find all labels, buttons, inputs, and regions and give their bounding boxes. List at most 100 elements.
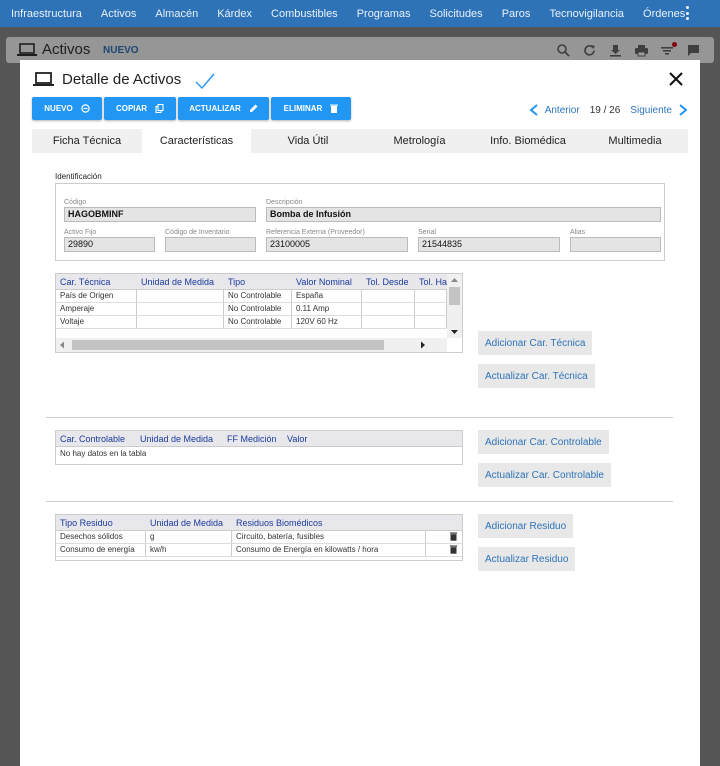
referencia-externa-input[interactable]: 23100005 [266,237,408,252]
laptop-icon [33,72,54,86]
nav-programas[interactable]: Programas [357,8,411,20]
scroll-up-icon[interactable] [447,274,462,286]
alias-field: Alias [570,229,661,252]
nav-almacen[interactable]: Almacén [155,8,198,20]
table-row[interactable]: Voltaje No Controlable 120V 60 Hz [56,316,447,329]
pager: Anterior 19 / 26 Siguiente [529,104,688,116]
table-row[interactable]: País de Origen No Controlable España [56,290,447,303]
th-unidad-medida[interactable]: Unidad de Medida [146,518,232,528]
empty-table-message: No hay datos en la tabla [60,449,147,458]
codigo-inventario-field: Código de Inventario [165,229,256,252]
table-row[interactable]: Consumo de energía kw/h Consumo de Energ… [56,544,462,557]
detalle-activos-modal: Detalle de Activos NUEVO COPIAR ACTUALIZ… [20,60,700,766]
scroll-down-icon[interactable] [447,326,462,338]
eliminar-button[interactable]: ELIMINAR [271,97,351,120]
nav-infraestructura[interactable]: Infraestructura [11,8,82,20]
update-car-controlable-button[interactable]: Actualizar Car. Controlable [478,463,611,487]
nav-ordenes[interactable]: Órdenes [643,8,685,20]
add-car-tecnica-button[interactable]: Adicionar Car. Técnica [478,331,593,355]
close-icon[interactable] [667,70,685,88]
tab-vida-util[interactable]: Vida Útil [251,129,365,153]
delete-icon[interactable] [450,532,457,542]
copiar-label: COPIAR [115,104,148,113]
nav-kardex[interactable]: Kárdex [217,8,252,20]
update-car-tecnica-button[interactable]: Actualizar Car. Técnica [478,364,595,388]
descripcion-input[interactable]: Bomba de Infusión [266,207,661,222]
activo-fijo-field: Activo Fijo 29890 [64,229,155,252]
nav-paros[interactable]: Paros [502,8,531,20]
car-tecnica-table: Car. Técnica Unidad de Medida Tipo Valor… [55,273,463,353]
th-residuos-biomedicos[interactable]: Residuos Biomédicos [232,518,422,528]
tab-metrologia[interactable]: Metrología [365,129,474,153]
activo-fijo-input[interactable]: 29890 [64,237,155,252]
chevron-right-icon[interactable] [678,104,688,116]
residuos-table: Tipo Residuo Unidad de Medida Residuos B… [55,514,463,561]
codigo-field: Código HAGOBMINF [64,199,256,222]
copiar-button[interactable]: COPIAR [104,97,176,120]
add-car-controlable-button[interactable]: Adicionar Car. Controlable [478,430,609,454]
add-residuo-button[interactable]: Adicionar Residuo [478,514,574,538]
nav-solicitudes[interactable]: Solicitudes [429,8,482,20]
th-valor-nominal[interactable]: Valor Nominal [292,277,362,287]
scroll-right-icon[interactable] [417,338,429,352]
car-controlable-table: Car. Controlable Unidad de Medida FF Med… [55,430,463,465]
delete-icon[interactable] [450,545,457,555]
table-row-partial [56,329,447,334]
tab-ficha-tecnica[interactable]: Ficha Técnica [32,129,142,153]
tab-caracteristicas[interactable]: Características [142,129,251,153]
referencia-externa-field: Referencia Externa (Proveedor) 23100005 [266,229,408,252]
scrollbar-thumb[interactable] [449,287,460,305]
th-tipo-residuo[interactable]: Tipo Residuo [56,518,146,528]
table-row[interactable]: Amperaje No Controlable 0.11 Amp [56,303,447,316]
modal-title: Detalle de Activos [62,71,182,88]
descripcion-field: Descripción Bomba de Infusión [266,199,661,222]
nav-combustibles[interactable]: Combustibles [271,8,338,20]
record-count: 19 / 26 [589,104,621,116]
th-ff-medicion[interactable]: FF Medición [223,434,283,444]
alias-input[interactable] [570,237,661,252]
nuevo-button[interactable]: NUEVO [32,97,102,120]
divider [46,417,673,418]
edit-icon [249,104,258,112]
update-residuo-button[interactable]: Actualizar Residuo [478,547,576,571]
th-tipo[interactable]: Tipo [224,277,292,287]
th-car-tecnica[interactable]: Car. Técnica [56,277,137,287]
copy-icon [155,104,164,113]
tab-content: Identificación Código HAGOBMINF Descripc… [32,153,688,766]
identificacion-label: Identificación [55,172,102,181]
top-nav: Infraestructura Activos Almacén Kárdex C… [0,0,720,27]
anterior-link[interactable]: Anterior [545,105,580,116]
th-unidad-medida[interactable]: Unidad de Medida [136,434,223,444]
divider [46,501,673,502]
scroll-left-icon[interactable] [56,338,68,352]
codigo-inventario-input[interactable] [165,237,256,252]
identificacion-box: Código HAGOBMINF Descripción Bomba de In… [55,183,665,261]
table-row[interactable]: Desechos sólidos g Circuito, batería, fu… [56,531,462,544]
actualizar-label: ACTUALIZAR [189,104,241,113]
scrollbar-thumb[interactable] [72,340,384,350]
tab-multimedia[interactable]: Multimedia [582,129,688,153]
eliminar-label: ELIMINAR [283,104,323,113]
vertical-scrollbar[interactable] [447,274,462,338]
codigo-input[interactable]: HAGOBMINF [64,207,256,222]
check-icon [195,73,215,90]
th-valor[interactable]: Valor [283,434,343,444]
tab-bar: Ficha Técnica Características Vida Útil … [32,129,688,153]
th-unidad-medida[interactable]: Unidad de Medida [137,277,224,287]
actualizar-button[interactable]: ACTUALIZAR [178,97,269,120]
th-tol-hasta[interactable]: Tol. Ha [415,277,447,287]
tab-info-biomedica[interactable]: Info. Biomédica [474,129,582,153]
chevron-left-icon[interactable] [529,104,539,116]
add-circle-icon [81,104,90,113]
more-vert-icon[interactable] [686,6,690,20]
serial-field: Serial 21544835 [418,229,560,252]
th-car-controlable[interactable]: Car. Controlable [56,434,136,444]
serial-input[interactable]: 21544835 [418,237,560,252]
siguiente-link[interactable]: Siguiente [630,105,672,116]
nav-activos[interactable]: Activos [101,8,136,20]
nav-tecnovigilancia[interactable]: Tecnovigilancia [549,8,624,20]
trash-icon [330,104,339,113]
nuevo-label: NUEVO [44,104,73,113]
th-tol-desde[interactable]: Tol. Desde [362,277,415,287]
horizontal-scrollbar[interactable] [56,338,447,352]
